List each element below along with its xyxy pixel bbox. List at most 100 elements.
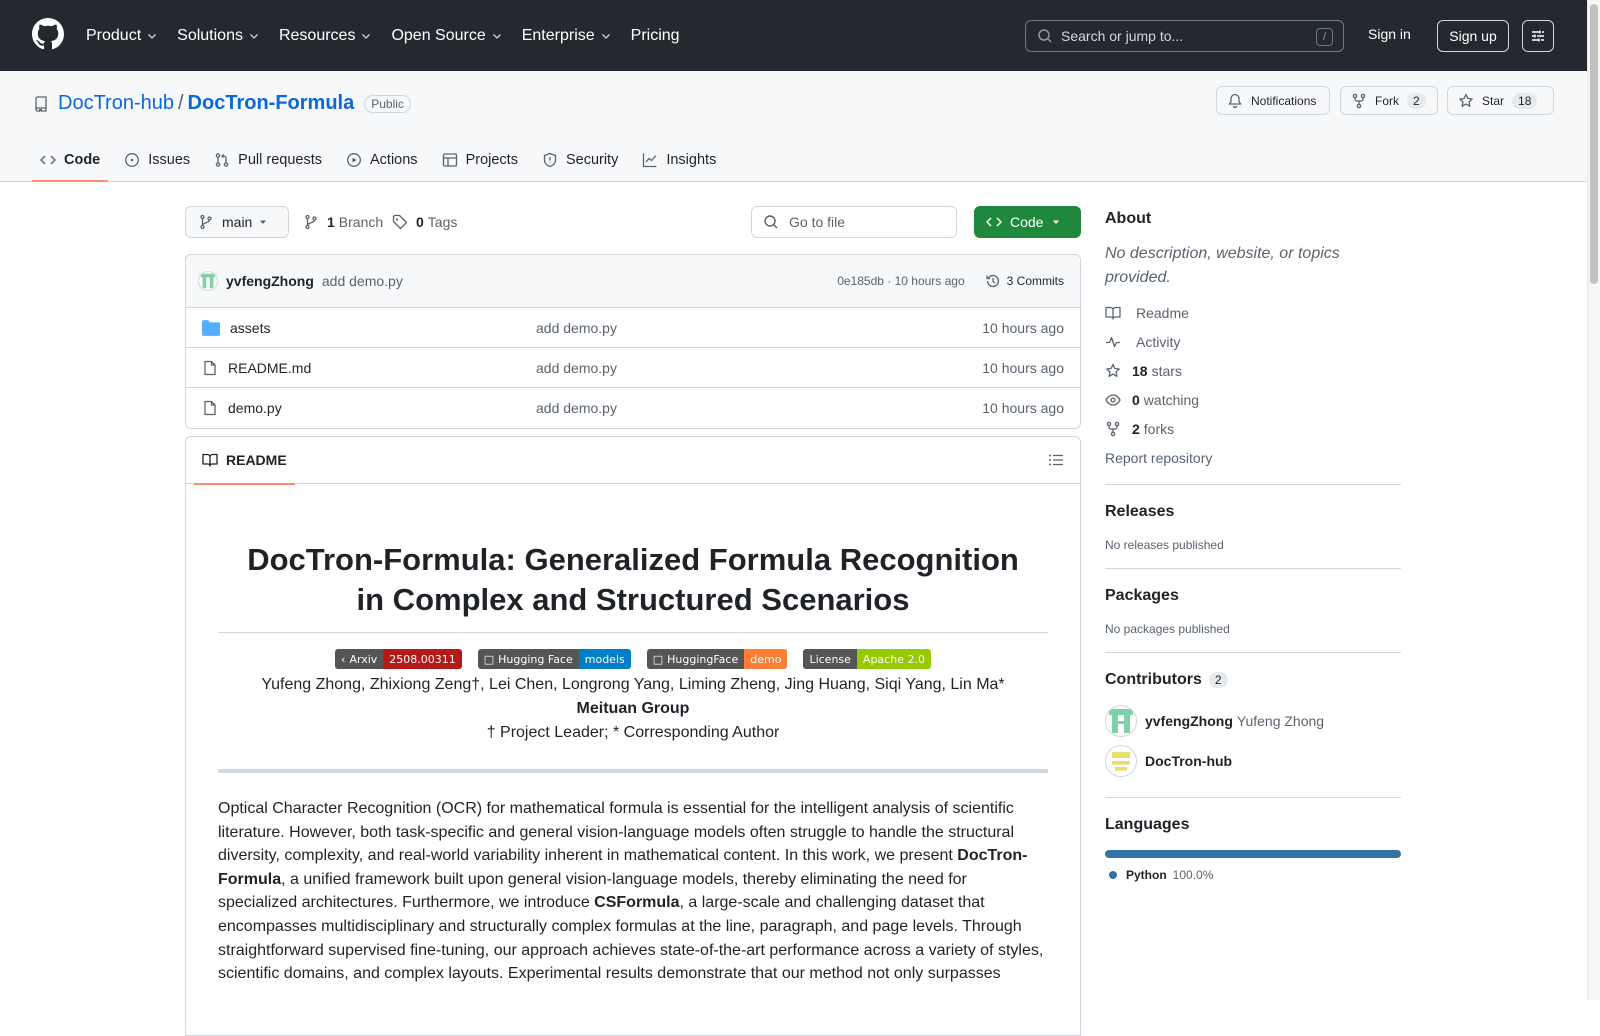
- author-avatar[interactable]: [198, 271, 218, 291]
- file-name-link[interactable]: assets: [230, 320, 270, 336]
- repo-owner-link[interactable]: DocTron-hub: [58, 92, 174, 115]
- fork-button[interactable]: Fork 2: [1340, 86, 1438, 115]
- fork-icon: [1352, 93, 1366, 108]
- github-logo-icon[interactable]: [32, 18, 64, 50]
- nav-product[interactable]: Product: [86, 27, 158, 45]
- sign-up-button[interactable]: Sign up: [1437, 20, 1509, 52]
- arxiv-icon: ‹: [341, 652, 346, 666]
- file-commit-link[interactable]: add demo.py: [536, 400, 982, 416]
- badge-value: demo: [744, 649, 788, 669]
- page-scrollbar[interactable]: [1587, 0, 1600, 1000]
- activity-link[interactable]: Activity: [1105, 327, 1401, 356]
- star-icon: [1459, 93, 1473, 107]
- contributor-item[interactable]: yvfengZhong Yufeng Zhong: [1105, 701, 1401, 741]
- code-dropdown-button[interactable]: Code: [974, 206, 1081, 238]
- table-row[interactable]: demo.py add demo.py 10 hours ago: [186, 388, 1080, 428]
- arxiv-badge[interactable]: ‹ Arxiv 2508.00311: [335, 649, 462, 669]
- commit-sha-time[interactable]: 0e185db · 10 hours ago: [837, 274, 964, 288]
- tab-pull-requests[interactable]: Pull requests: [206, 137, 330, 182]
- avatar[interactable]: [1105, 745, 1137, 777]
- list-unordered-icon[interactable]: [1048, 452, 1064, 468]
- fork-count: 2: [1407, 92, 1426, 109]
- repo-name-link[interactable]: DocTron-Formula: [188, 92, 355, 115]
- tab-projects[interactable]: Projects: [434, 137, 526, 182]
- visibility-badge: Public: [364, 94, 411, 113]
- huggingface-demo-badge[interactable]: □ HuggingFace demo: [646, 649, 788, 669]
- huggingface-models-badge[interactable]: □ Hugging Face models: [477, 649, 631, 669]
- tag-count: 0: [416, 214, 424, 230]
- search-placeholder: Search or jump to...: [1061, 28, 1184, 44]
- packages-heading[interactable]: Packages: [1105, 587, 1401, 605]
- commit-author-link[interactable]: yvfengZhong: [226, 273, 314, 289]
- report-repository-link[interactable]: Report repository: [1105, 443, 1401, 472]
- chevron-down-icon: [362, 33, 371, 39]
- about-heading: About: [1105, 210, 1152, 227]
- link-count: 2: [1132, 420, 1140, 437]
- releases-heading[interactable]: Releases: [1105, 503, 1401, 521]
- contributors-heading[interactable]: Contributors 2: [1105, 671, 1401, 689]
- command-palette-button[interactable]: [1522, 20, 1554, 52]
- star-button[interactable]: Star 18: [1447, 86, 1554, 115]
- contributor-item[interactable]: DocTron-hub: [1105, 741, 1401, 781]
- scrollbar-thumb[interactable]: [1590, 4, 1598, 284]
- watching-link[interactable]: 0 watching: [1105, 385, 1401, 414]
- chevron-down-icon: [492, 33, 501, 39]
- readme-authors: Yufeng Zhong, Zhixiong Zeng†, Lei Chen, …: [261, 676, 1005, 693]
- tab-code[interactable]: Code: [32, 137, 109, 182]
- file-commit-link[interactable]: add demo.py: [536, 320, 982, 336]
- tab-actions[interactable]: Actions: [338, 137, 426, 182]
- commits-history-link[interactable]: 3 Commits: [981, 273, 1068, 289]
- stars-link[interactable]: 18 stars: [1105, 356, 1401, 385]
- file-commit-link[interactable]: add demo.py: [536, 360, 982, 376]
- languages-section: Languages Python 100.0%: [1105, 797, 1401, 882]
- file-name-link[interactable]: demo.py: [228, 400, 282, 416]
- link-count: 0: [1132, 391, 1140, 408]
- link-label: forks: [1143, 420, 1175, 437]
- badge-label: Hugging Face: [498, 652, 573, 666]
- language-percent: 100.0%: [1172, 868, 1214, 882]
- language-item[interactable]: Python 100.0%: [1105, 868, 1401, 882]
- star-icon: [1106, 363, 1120, 377]
- triangle-down-icon: [1053, 220, 1059, 224]
- nav-solutions[interactable]: Solutions: [177, 27, 260, 45]
- notifications-button[interactable]: Notifications: [1216, 86, 1330, 115]
- avatar[interactable]: [1105, 705, 1137, 737]
- abstract-bold: CSFormula: [594, 894, 680, 912]
- table-row[interactable]: README.md add demo.py 10 hours ago: [186, 348, 1080, 388]
- go-to-file-input[interactable]: Go to file: [751, 206, 957, 238]
- branch-label: Branch: [338, 214, 384, 230]
- forks-link[interactable]: 2 forks: [1105, 414, 1401, 443]
- nav-pricing[interactable]: Pricing: [631, 27, 680, 45]
- tab-security[interactable]: Security: [534, 137, 626, 182]
- huggingface-icon: □: [483, 652, 495, 666]
- nav-resources[interactable]: Resources: [279, 27, 372, 45]
- readme-title-line2: in Complex and Structured Scenarios: [356, 582, 910, 617]
- contributor-login[interactable]: yvfengZhong: [1145, 713, 1233, 729]
- readme-link[interactable]: Readme: [1105, 298, 1401, 327]
- sign-in-link[interactable]: Sign in: [1368, 26, 1411, 42]
- tags-link[interactable]: 0 Tags: [392, 214, 457, 230]
- search-input[interactable]: Search or jump to... /: [1025, 20, 1344, 52]
- code-button-label: Code: [1010, 214, 1044, 230]
- file-time: 10 hours ago: [982, 319, 1064, 336]
- file-name-link[interactable]: README.md: [228, 360, 311, 376]
- tab-issues[interactable]: Issues: [116, 137, 198, 182]
- nav-enterprise[interactable]: Enterprise: [522, 27, 612, 45]
- readme-tab[interactable]: README: [194, 437, 295, 485]
- license-badge[interactable]: License Apache 2.0: [803, 649, 931, 669]
- tab-security-label: Security: [565, 151, 619, 168]
- languages-heading: Languages: [1105, 816, 1190, 833]
- readme-header: README: [186, 437, 1080, 485]
- contributor-login[interactable]: DocTron-hub: [1145, 753, 1232, 769]
- table-row[interactable]: assets add demo.py 10 hours ago: [186, 308, 1080, 348]
- tab-insights[interactable]: Insights: [634, 137, 724, 182]
- git-branch-icon: [200, 214, 212, 230]
- readme-note: † Project Leader; * Corresponding Author: [486, 724, 780, 741]
- branch-selector[interactable]: main: [185, 206, 289, 238]
- contributors-title: Contributors: [1105, 671, 1202, 688]
- nav-open-source[interactable]: Open Source: [391, 27, 502, 45]
- huggingface-icon: □: [652, 652, 664, 666]
- branches-link[interactable]: 1 Branch: [303, 214, 383, 230]
- commit-message-link[interactable]: add demo.py: [322, 273, 403, 289]
- sliders-icon: [1532, 30, 1544, 42]
